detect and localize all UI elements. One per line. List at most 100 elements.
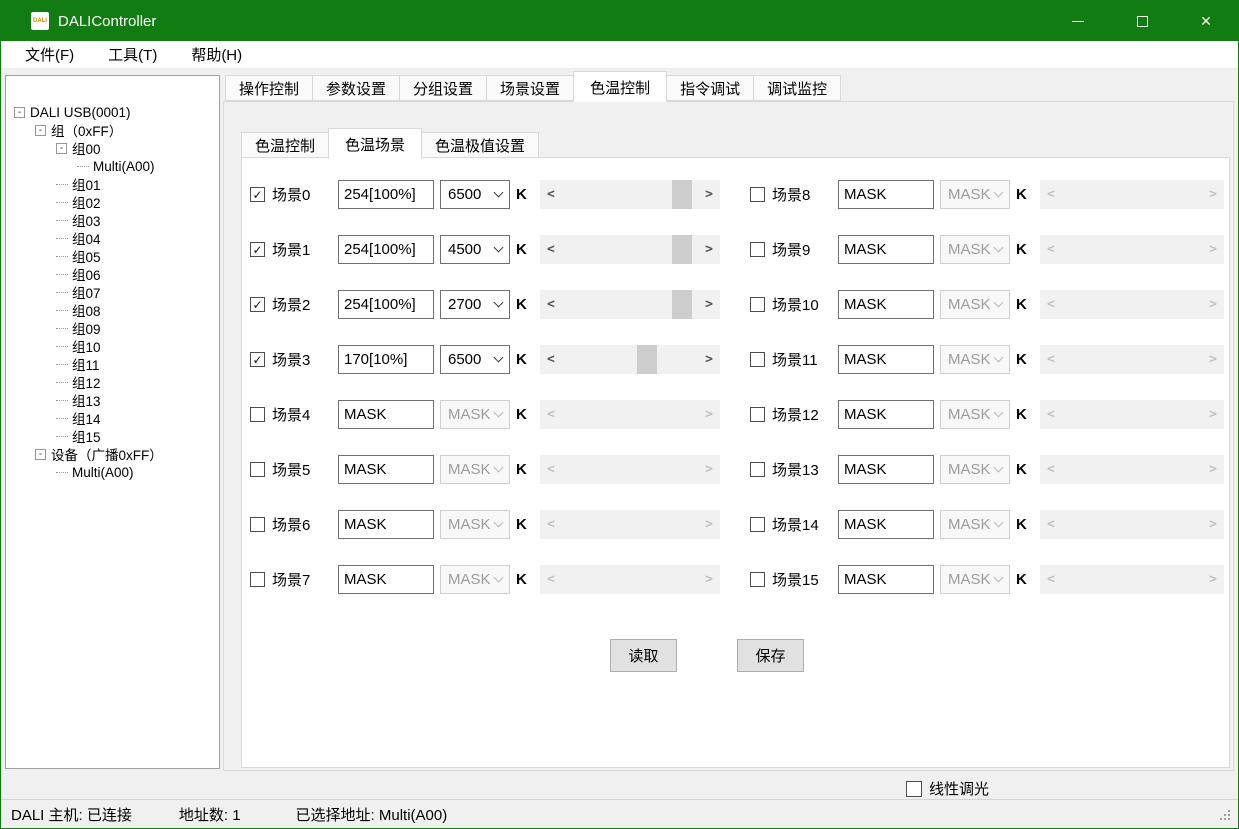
scene-level-input[interactable] — [338, 345, 434, 374]
scene-enable-checkbox[interactable]: ✓场景2 — [250, 294, 338, 315]
tree-item[interactable]: 组07 — [6, 283, 219, 301]
scene-enable-checkbox[interactable]: 场景4 — [250, 404, 338, 425]
scrollbar-thumb[interactable] — [672, 180, 692, 209]
scroll-left-icon[interactable]: < — [547, 297, 555, 312]
minimize-button[interactable] — [1046, 1, 1110, 41]
scene-enable-checkbox[interactable]: ✓场景3 — [250, 349, 338, 370]
scene-temp-dropdown[interactable]: 6500 — [440, 180, 510, 209]
close-button[interactable]: ✕ — [1174, 1, 1238, 41]
scene-temp-scrollbar[interactable]: <> — [540, 345, 720, 374]
scene-level-input[interactable] — [338, 400, 434, 429]
scene-row: 场景9MASKK<> — [750, 235, 1224, 264]
tree-collapse-icon[interactable]: - — [35, 125, 46, 136]
tree-item[interactable]: 组01 — [6, 175, 219, 193]
tree-item[interactable]: 组08 — [6, 301, 219, 319]
scene-temp-scrollbar[interactable]: <> — [540, 290, 720, 319]
tree-item[interactable]: -组（0xFF） — [6, 121, 219, 139]
resize-grip[interactable] — [1220, 810, 1232, 822]
scene-level-input[interactable] — [838, 180, 934, 209]
scene-enable-checkbox[interactable]: 场景8 — [750, 184, 838, 205]
scene-level-input[interactable] — [838, 345, 934, 374]
scrollbar-thumb[interactable] — [672, 235, 692, 264]
scene-enable-checkbox[interactable]: ✓场景1 — [250, 239, 338, 260]
tree-item[interactable]: Multi(A00) — [6, 157, 219, 175]
checkbox-icon — [250, 572, 265, 587]
tree-item[interactable]: Multi(A00) — [6, 463, 219, 481]
scene-level-input[interactable] — [838, 235, 934, 264]
scene-temp-dropdown[interactable]: 6500 — [440, 345, 510, 374]
tree-item[interactable]: 组15 — [6, 427, 219, 445]
scene-temp-scrollbar[interactable]: <> — [540, 180, 720, 209]
scene-level-input[interactable] — [838, 510, 934, 539]
tree-item[interactable]: 组13 — [6, 391, 219, 409]
scrollbar-thumb[interactable] — [637, 345, 657, 374]
scene-enable-checkbox[interactable]: 场景13 — [750, 459, 838, 480]
subtab-色温控制[interactable]: 色温控制 — [241, 132, 329, 158]
subtab-色温场景[interactable]: 色温场景 — [328, 128, 422, 159]
scroll-left-icon[interactable]: < — [547, 187, 555, 202]
tree-item[interactable]: 组05 — [6, 247, 219, 265]
tree-item[interactable]: 组04 — [6, 229, 219, 247]
scene-enable-checkbox[interactable]: ✓场景0 — [250, 184, 338, 205]
scroll-right-icon[interactable]: > — [705, 352, 713, 367]
scene-enable-checkbox[interactable]: 场景12 — [750, 404, 838, 425]
linear-dimming-checkbox[interactable]: 线性调光 — [906, 778, 989, 799]
tab-分组设置[interactable]: 分组设置 — [399, 75, 487, 101]
scene-level-input[interactable] — [338, 180, 434, 209]
scroll-right-icon[interactable]: > — [705, 242, 713, 257]
tree-item[interactable]: 组14 — [6, 409, 219, 427]
scene-temp-scrollbar[interactable]: <> — [540, 235, 720, 264]
menu-item[interactable]: 文件(F) — [25, 44, 74, 65]
tree-item[interactable]: 组03 — [6, 211, 219, 229]
tab-参数设置[interactable]: 参数设置 — [312, 75, 400, 101]
scene-enable-checkbox[interactable]: 场景10 — [750, 294, 838, 315]
scene-level-input[interactable] — [338, 290, 434, 319]
scene-enable-checkbox[interactable]: 场景7 — [250, 569, 338, 590]
scroll-left-icon[interactable]: < — [547, 352, 555, 367]
scene-enable-checkbox[interactable]: 场景14 — [750, 514, 838, 535]
scene-level-input[interactable] — [838, 400, 934, 429]
scene-enable-checkbox[interactable]: 场景5 — [250, 459, 338, 480]
tree-item[interactable]: 组02 — [6, 193, 219, 211]
tree-collapse-icon[interactable]: - — [35, 449, 46, 460]
scene-enable-checkbox[interactable]: 场景6 — [250, 514, 338, 535]
scroll-right-icon[interactable]: > — [705, 187, 713, 202]
scene-enable-checkbox[interactable]: 场景9 — [750, 239, 838, 260]
scene-level-input[interactable] — [338, 235, 434, 264]
scroll-left-icon[interactable]: < — [547, 242, 555, 257]
scene-temp-dropdown[interactable]: 4500 — [440, 235, 510, 264]
tab-调试监控[interactable]: 调试监控 — [753, 75, 841, 101]
scene-temp-dropdown[interactable]: 2700 — [440, 290, 510, 319]
scene-level-input[interactable] — [338, 565, 434, 594]
scene-level-input[interactable] — [338, 510, 434, 539]
tree-item[interactable]: -组00 — [6, 139, 219, 157]
checkbox-icon — [250, 407, 265, 422]
maximize-button[interactable] — [1110, 1, 1174, 41]
scroll-right-icon[interactable]: > — [705, 297, 713, 312]
save-button[interactable]: 保存 — [737, 639, 804, 672]
tree-item[interactable]: 组12 — [6, 373, 219, 391]
subtab-色温极值设置[interactable]: 色温极值设置 — [421, 132, 539, 158]
tree-item[interactable]: 组10 — [6, 337, 219, 355]
tree-item[interactable]: 组11 — [6, 355, 219, 373]
scene-enable-checkbox[interactable]: 场景15 — [750, 569, 838, 590]
menu-item[interactable]: 工具(T) — [108, 44, 157, 65]
scene-level-input[interactable] — [838, 565, 934, 594]
tree-item[interactable]: -设备（广播0xFF） — [6, 445, 219, 463]
tab-色温控制[interactable]: 色温控制 — [573, 71, 667, 102]
scene-level-input[interactable] — [338, 455, 434, 484]
scene-enable-checkbox[interactable]: 场景11 — [750, 349, 838, 370]
scene-level-input[interactable] — [838, 290, 934, 319]
tree-item[interactable]: -DALI USB(0001) — [6, 103, 219, 121]
tab-操作控制[interactable]: 操作控制 — [225, 75, 313, 101]
scene-level-input[interactable] — [838, 455, 934, 484]
tree-collapse-icon[interactable]: - — [56, 143, 67, 154]
menu-item[interactable]: 帮助(H) — [191, 44, 242, 65]
tree-collapse-icon[interactable]: - — [14, 107, 25, 118]
tab-指令调试[interactable]: 指令调试 — [666, 75, 754, 101]
tab-场景设置[interactable]: 场景设置 — [486, 75, 574, 101]
scrollbar-thumb[interactable] — [672, 290, 692, 319]
tree-item[interactable]: 组06 — [6, 265, 219, 283]
read-button[interactable]: 读取 — [610, 639, 677, 672]
tree-item[interactable]: 组09 — [6, 319, 219, 337]
